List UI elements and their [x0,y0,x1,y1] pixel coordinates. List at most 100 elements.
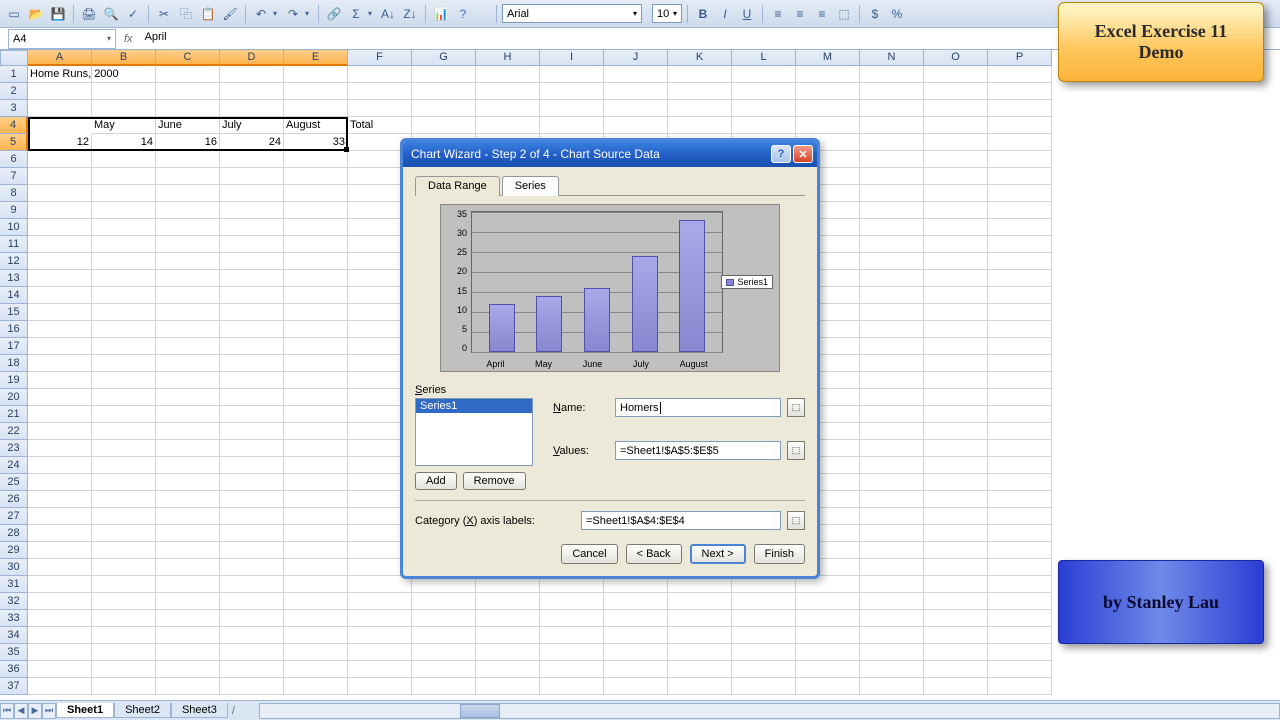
cell[interactable] [92,338,156,355]
cell[interactable] [604,117,668,134]
cell[interactable] [28,491,92,508]
cell[interactable] [92,627,156,644]
cell[interactable] [28,83,92,100]
row-header[interactable]: 31 [0,576,28,593]
cell[interactable] [988,661,1052,678]
cell[interactable] [988,576,1052,593]
category-input[interactable]: =Sheet1!$A$4:$E$4 [581,511,781,530]
cell[interactable] [860,525,924,542]
cell[interactable] [220,253,284,270]
cell[interactable] [28,593,92,610]
name-box[interactable]: A4▾ [8,29,116,49]
cell[interactable] [988,287,1052,304]
cell[interactable] [28,151,92,168]
cell[interactable] [988,270,1052,287]
hyperlink-icon[interactable]: 🔗 [324,4,344,24]
cell[interactable] [924,219,988,236]
cell[interactable] [860,338,924,355]
cell[interactable] [860,423,924,440]
cell[interactable] [732,100,796,117]
cell[interactable] [860,151,924,168]
cell[interactable] [348,66,412,83]
cell[interactable] [220,304,284,321]
cell[interactable] [284,83,348,100]
values-ref-button[interactable]: ⬚ [787,441,805,460]
cell[interactable] [604,100,668,117]
cell[interactable] [28,423,92,440]
cell[interactable] [860,270,924,287]
cell[interactable] [220,219,284,236]
cell[interactable] [540,100,604,117]
cell[interactable] [732,627,796,644]
cell[interactable] [28,576,92,593]
row-header[interactable]: 24 [0,457,28,474]
cell[interactable] [860,610,924,627]
cell[interactable] [796,593,860,610]
italic-button[interactable]: I [715,4,735,24]
cell[interactable] [668,117,732,134]
cell[interactable] [540,83,604,100]
cell[interactable] [732,610,796,627]
cell[interactable] [92,508,156,525]
cell[interactable] [284,321,348,338]
bold-button[interactable]: B [693,4,713,24]
row-header[interactable]: 16 [0,321,28,338]
cell[interactable] [156,474,220,491]
undo-dropdown[interactable]: ▾ [273,9,281,18]
cell[interactable] [28,389,92,406]
row-header[interactable]: 34 [0,627,28,644]
cell[interactable] [220,270,284,287]
chart-wizard-icon[interactable]: 📊 [431,4,451,24]
row-header[interactable]: 1 [0,66,28,83]
row-header[interactable]: 18 [0,355,28,372]
cell[interactable] [604,610,668,627]
cell[interactable] [924,270,988,287]
cell[interactable] [28,508,92,525]
cell[interactable] [924,593,988,610]
first-sheet-button[interactable]: ⏮ [0,703,14,719]
cell[interactable] [156,202,220,219]
row-header[interactable]: 17 [0,338,28,355]
cell[interactable] [924,168,988,185]
cell[interactable] [540,661,604,678]
next-button[interactable]: Next > [690,544,746,564]
cell[interactable] [604,83,668,100]
cell[interactable] [924,202,988,219]
cell[interactable] [988,219,1052,236]
cell[interactable] [924,576,988,593]
row-header[interactable]: 26 [0,491,28,508]
cell[interactable] [220,576,284,593]
cell[interactable] [156,321,220,338]
row-header[interactable]: 36 [0,661,28,678]
cell[interactable] [412,678,476,695]
cell[interactable] [412,610,476,627]
cell[interactable] [988,474,1052,491]
cell[interactable] [924,355,988,372]
cell[interactable] [28,100,92,117]
row-header[interactable]: 25 [0,474,28,491]
cell[interactable] [28,610,92,627]
cell[interactable] [924,423,988,440]
dialog-close-button[interactable]: ✕ [793,145,813,163]
cell[interactable] [988,338,1052,355]
cell[interactable] [284,236,348,253]
cell[interactable] [732,117,796,134]
cell[interactable] [924,610,988,627]
cell[interactable] [220,321,284,338]
cell[interactable] [220,406,284,423]
row-header[interactable]: 9 [0,202,28,219]
preview-icon[interactable]: 🔍 [101,4,121,24]
autosum-icon[interactable]: Σ [346,4,366,24]
back-button[interactable]: < Back [626,544,682,564]
cell[interactable] [220,457,284,474]
cell[interactable] [732,661,796,678]
paste-icon[interactable]: 📋 [198,4,218,24]
cell[interactable] [28,202,92,219]
cell[interactable] [28,661,92,678]
cell[interactable] [28,372,92,389]
cell[interactable] [284,593,348,610]
cell[interactable] [92,253,156,270]
cell[interactable] [796,83,860,100]
cell[interactable] [92,321,156,338]
cell[interactable] [284,542,348,559]
